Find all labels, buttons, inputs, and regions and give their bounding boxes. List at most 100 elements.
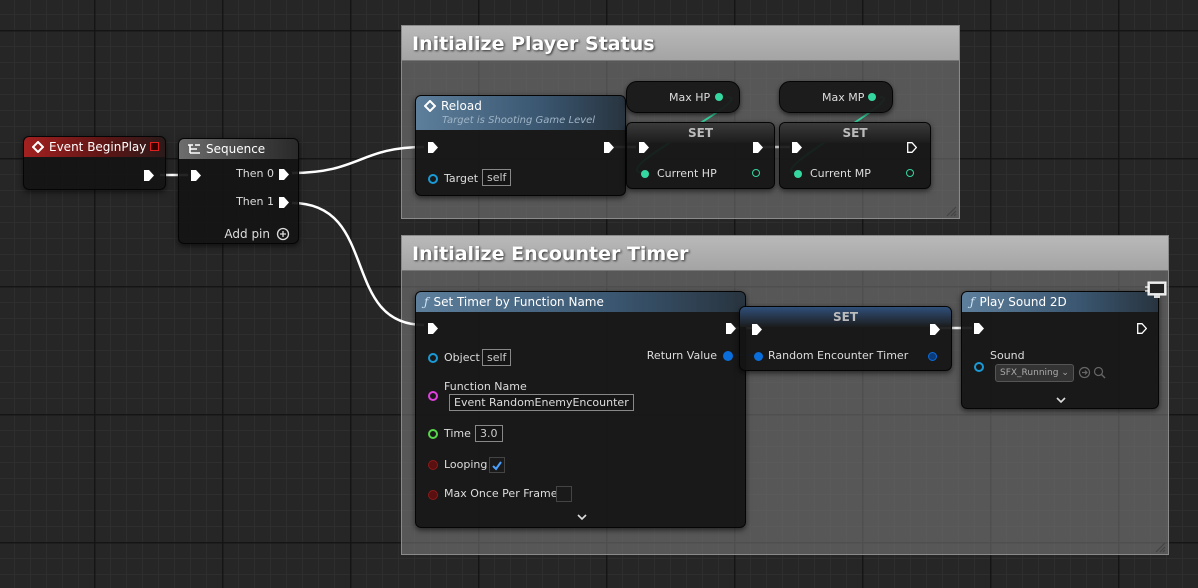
chevron-down-icon: ⌄ — [1061, 368, 1069, 378]
object-label: Object — [444, 351, 480, 364]
exec-in-pin-icon[interactable] — [428, 323, 438, 334]
object-input[interactable]: self — [482, 349, 512, 366]
exec-in-pin-icon[interactable] — [639, 142, 649, 153]
return-value-label: Return Value — [646, 349, 717, 362]
node-title: SET — [687, 126, 714, 140]
node-title: Reload — [441, 99, 482, 113]
exec-in-pin-icon[interactable] — [428, 142, 438, 153]
comment-title[interactable]: Initialize Encounter Timer — [402, 236, 1168, 271]
node-title: Set Timer by Function Name — [433, 295, 604, 309]
sequence-node[interactable]: Sequence Then 0 Then 1 Add pin — [178, 138, 299, 244]
random-encounter-timer-in-pin-icon[interactable] — [754, 352, 763, 361]
looping-label: Looping — [444, 458, 488, 471]
current-hp-label: Current HP — [657, 167, 717, 180]
node-title: Sequence — [206, 142, 266, 156]
node-header[interactable]: ƒ Play Sound 2D — [962, 292, 1158, 312]
time-label: Time — [444, 427, 471, 440]
chevron-down-icon[interactable] — [576, 513, 588, 521]
sound-asset-dropdown[interactable]: SFX_Running ⌄ — [995, 364, 1074, 382]
node-title: SET — [842, 126, 868, 140]
exec-out-pin-icon[interactable] — [726, 323, 736, 334]
sequence-icon — [188, 144, 200, 154]
then0-label: Then 0 — [236, 167, 274, 180]
resize-handle-icon[interactable] — [945, 205, 957, 217]
max-once-checkbox[interactable] — [556, 486, 572, 502]
node-header[interactable]: Event BeginPlay — [24, 137, 165, 157]
then0-pin-icon[interactable] — [279, 169, 289, 180]
current-mp-out-pin-icon[interactable] — [906, 169, 914, 177]
function-f-icon: ƒ — [970, 295, 975, 309]
delegate-pin-icon[interactable] — [150, 142, 159, 151]
event-diamond-icon — [32, 141, 44, 153]
add-pin-label[interactable]: Add pin — [224, 227, 270, 241]
use-selected-asset-icon[interactable] — [1078, 366, 1091, 379]
event-diamond-icon — [424, 100, 436, 112]
exec-in-pin-icon[interactable] — [191, 170, 201, 181]
set-current-hp-node[interactable]: SET Current HP — [626, 122, 775, 189]
browse-asset-search-icon[interactable] — [1093, 366, 1106, 379]
sound-asset-value: SFX_Running — [1000, 368, 1059, 378]
time-pin-icon[interactable] — [428, 429, 438, 439]
set-current-mp-node[interactable]: SET Current MP — [779, 122, 931, 189]
exec-out-pin-icon[interactable] — [604, 142, 614, 153]
play-sound-2d-node[interactable]: ƒ Play Sound 2D Sound SFX_Running ⌄ — [961, 291, 1159, 409]
max-once-label: Max Once Per Frame — [444, 487, 558, 500]
exec-out-pin-icon[interactable] — [907, 142, 917, 153]
return-value-pin-icon[interactable] — [723, 351, 733, 361]
target-pin-icon[interactable] — [428, 174, 438, 184]
exec-out-pin-icon[interactable] — [930, 324, 940, 335]
current-mp-label: Current MP — [810, 167, 871, 180]
random-encounter-timer-label: Random Encounter Timer — [768, 349, 909, 362]
max-hp-pin-icon[interactable] — [715, 93, 723, 101]
max-hp-label: Max HP — [669, 91, 711, 104]
exec-out-pin-icon[interactable] — [753, 142, 763, 153]
current-mp-in-pin-icon[interactable] — [794, 170, 802, 178]
node-title: Play Sound 2D — [979, 295, 1067, 309]
function-f-icon: ƒ — [424, 295, 429, 309]
reload-node[interactable]: Reload Target is Shooting Game Level Tar… — [415, 95, 626, 196]
exec-in-pin-icon[interactable] — [752, 324, 762, 335]
target-label: Target — [444, 172, 479, 185]
max-hp-getter[interactable]: Max HP — [626, 81, 740, 113]
current-hp-out-pin-icon[interactable] — [752, 169, 760, 177]
node-header[interactable]: ƒ Set Timer by Function Name — [416, 292, 745, 312]
set-random-encounter-timer-node[interactable]: SET Random Encounter Timer — [739, 306, 952, 371]
sound-label: Sound — [990, 349, 1025, 362]
object-pin-icon[interactable] — [428, 353, 438, 363]
max-mp-getter[interactable]: Max MP — [779, 81, 893, 113]
random-encounter-timer-out-pin-icon[interactable] — [928, 352, 937, 361]
exec-in-pin-icon[interactable] — [792, 142, 802, 153]
set-timer-by-function-name-node[interactable]: ƒ Set Timer by Function Name Object self… — [415, 291, 746, 528]
function-name-label: Function Name — [444, 380, 527, 393]
then1-label: Then 1 — [236, 195, 274, 208]
node-title: SET — [832, 310, 859, 324]
comment-title[interactable]: Initialize Player Status — [402, 26, 959, 61]
looping-pin-icon[interactable] — [428, 460, 438, 470]
node-header[interactable]: SET — [627, 123, 774, 143]
looping-checkbox[interactable] — [489, 457, 505, 473]
exec-out-pin-icon[interactable] — [1137, 323, 1147, 334]
node-header[interactable]: SET — [740, 307, 951, 327]
resize-handle-icon[interactable] — [1154, 541, 1166, 553]
max-mp-label: Max MP — [822, 91, 865, 104]
event-beginplay-node[interactable]: Event BeginPlay — [23, 136, 166, 190]
max-once-pin-icon[interactable] — [428, 490, 438, 500]
current-hp-in-pin-icon[interactable] — [641, 170, 649, 178]
target-input[interactable]: self — [482, 169, 512, 186]
time-input[interactable]: 3.0 — [475, 425, 503, 442]
checkmark-icon — [492, 461, 502, 471]
add-pin-plus-icon[interactable] — [276, 227, 290, 241]
node-subtitle: Target is Shooting Game Level — [442, 115, 596, 126]
chevron-down-icon[interactable] — [1055, 396, 1067, 404]
max-mp-pin-icon[interactable] — [868, 93, 876, 101]
then1-pin-icon[interactable] — [279, 197, 289, 208]
sound-pin-icon[interactable] — [974, 362, 984, 372]
function-name-input[interactable]: Event RandomEnemyEncounter — [449, 394, 634, 411]
node-title: Event BeginPlay — [49, 140, 147, 154]
node-header[interactable]: SET — [780, 123, 930, 143]
exec-in-pin-icon[interactable] — [974, 323, 984, 334]
exec-out-pin-icon[interactable] — [144, 170, 154, 181]
node-header[interactable]: Sequence — [179, 139, 298, 159]
client-only-monitor-icon — [1145, 281, 1167, 298]
function-name-pin-icon[interactable] — [428, 391, 438, 401]
